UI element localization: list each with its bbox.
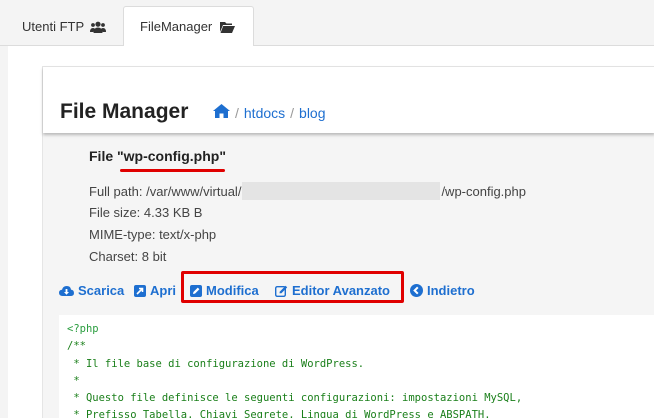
code-preview: <?php /** * Il file base di configurazio… — [59, 315, 654, 418]
code-line: * Il file base di configurazione di Word… — [67, 357, 365, 370]
users-icon — [90, 21, 107, 33]
breadcrumb-item-blog[interactable]: blog — [299, 105, 325, 121]
home-icon[interactable] — [213, 104, 230, 121]
cloud-download-icon — [59, 285, 74, 296]
file-full-path: Full path: /var/www/virtual/ /wp-config.… — [89, 182, 526, 200]
external-link-icon — [134, 284, 146, 297]
redacted-path-segment — [242, 182, 441, 200]
folder-open-icon — [220, 21, 236, 33]
file-size: File size: 4.33 KB B — [89, 205, 203, 220]
back-label: Indietro — [427, 283, 475, 298]
code-line: <?php — [67, 323, 99, 335]
download-label: Scarica — [78, 283, 125, 298]
open-button[interactable]: Apri — [134, 283, 176, 298]
file-name: wp-config.php — [123, 148, 220, 164]
download-button[interactable]: Scarica — [59, 283, 124, 298]
back-button[interactable]: Indietro — [410, 283, 475, 298]
code-line: * — [67, 374, 80, 387]
file-heading-prefix: File " — [89, 148, 124, 164]
breadcrumb-separator: / — [235, 104, 239, 121]
advanced-editor-button[interactable]: Editor Avanzato — [275, 283, 390, 298]
path-prefix: Full path: /var/www/virtual/ — [89, 183, 242, 199]
page-title: File Manager — [60, 100, 189, 123]
code-line: * Prefisso Tabella, Chiavi Segrete, Ling… — [67, 409, 491, 418]
tab-filemanager[interactable]: FileManager — [123, 6, 254, 47]
open-label: Apri — [150, 283, 176, 298]
breadcrumb: / htdocs / blog — [213, 104, 326, 121]
file-heading: File "wp-config.php" — [89, 148, 226, 164]
breadcrumb-item-htdocs[interactable]: htdocs — [244, 105, 285, 121]
chevron-left-circle-icon — [410, 284, 423, 297]
code-line: * Questo file definisce le seguenti conf… — [67, 392, 523, 405]
panel-header: File Manager / htdocs / blog — [43, 67, 654, 133]
tab-label: FileManager — [140, 19, 213, 34]
breadcrumb-separator: / — [290, 104, 295, 121]
advanced-editor-label: Editor Avanzato — [292, 283, 390, 298]
file-manager-panel: File Manager / htdocs / blog File "wp-co… — [42, 66, 654, 418]
file-charset: Charset: 8 bit — [89, 249, 167, 264]
file-mime-type: MIME-type: text/x-php — [89, 227, 217, 242]
edit-button[interactable]: Modifica — [190, 283, 259, 298]
code-line: /** — [67, 340, 86, 353]
tab-label: Utenti FTP — [22, 19, 85, 34]
tab-utenti-ftp[interactable]: Utenti FTP — [8, 6, 120, 47]
pencil-square-icon — [275, 285, 288, 297]
file-heading-suffix: " — [219, 148, 226, 164]
tab-bar: Utenti FTP FileManager — [0, 0, 654, 47]
path-suffix: /wp-config.php — [441, 183, 526, 199]
edit-label: Modifica — [206, 283, 259, 298]
content-area: File Manager / htdocs / blog File "wp-co… — [8, 46, 654, 418]
edit-square-icon — [190, 284, 202, 297]
